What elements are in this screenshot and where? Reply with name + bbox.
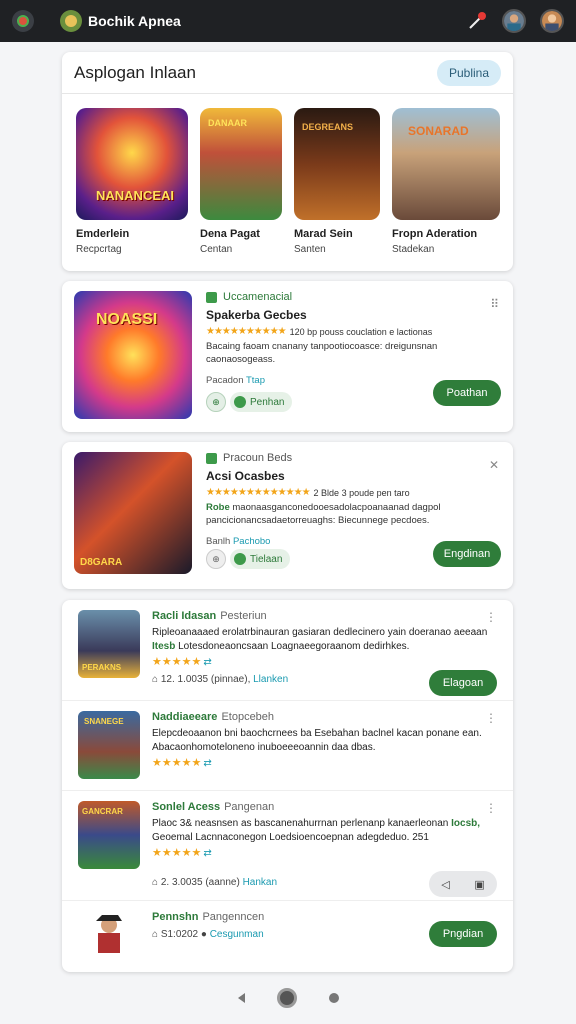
rating-stars: ★★★★★★★★★★ — [206, 326, 287, 337]
featured-game-card[interactable]: D8GARA Pracoun Beds Acsi Ocasbes ★★★★★★★… — [62, 442, 513, 589]
game-name: Naddiaeeare — [152, 711, 218, 723]
publish-pill-button[interactable]: Publina — [436, 59, 501, 86]
avatar[interactable] — [502, 9, 526, 33]
list-item[interactable]: Pennshn Pangenncen ⌂ S1:0202 ● Cesgunman … — [62, 901, 513, 961]
game-subtitle: Stadekan — [392, 244, 435, 255]
game-title: Spakerba Gecbes — [206, 308, 307, 322]
game-subtitle: Centan — [200, 244, 233, 255]
game-name: Emderlein — [76, 228, 130, 240]
tag-icon — [206, 291, 217, 303]
avatar[interactable] — [540, 9, 564, 33]
game-subtitle: Etopcebeh — [221, 711, 275, 723]
list-item[interactable]: SNANEGE Naddiaeeare Etopcebeh Elepcdeoaan… — [62, 701, 513, 791]
install-button[interactable]: Engdinan — [433, 541, 501, 567]
game-meta: ⌂ S1:0202 ● Cesgunman — [152, 929, 264, 940]
game-art: NANANCEAI — [76, 108, 188, 220]
game-name: Pennshn — [152, 911, 199, 923]
game-description: Bacaing faoam cnanany tanpootiocoasce: d… — [206, 341, 438, 365]
game-tile[interactable]: DEGREANS Marad Sein Santen — [294, 108, 380, 255]
game-list-card: PERAKNS Racli Idasan Pesteriun Ripleoanaa… — [62, 600, 513, 972]
meta-link[interactable]: Ttap — [246, 375, 265, 386]
section-title: Asplogan Inlaan — [74, 62, 196, 82]
share-icon[interactable]: ◁ — [441, 878, 449, 891]
install-button[interactable]: Poathan — [433, 380, 501, 406]
game-art: DEGREANS — [294, 108, 380, 220]
tag-chip[interactable]: Tielaan — [230, 549, 291, 569]
list-item[interactable]: PERAKNS Racli Idasan Pesteriun Ripleoanaa… — [62, 600, 513, 701]
game-meta: ⌂ 2. 3.0035 (aanne) Hankan — [152, 877, 278, 888]
drag-handle-icon[interactable]: ⠿ — [490, 297, 499, 311]
app-icon — [60, 10, 82, 32]
game-title: Acsi Ocasbes — [206, 469, 285, 483]
more-icon[interactable]: ⋮ — [485, 711, 497, 725]
game-meta: ⌂ 12. 1.0035 (pinnae), Llanken — [152, 674, 289, 685]
game-name: Racli Idasan — [152, 610, 217, 622]
close-icon[interactable]: ✕ — [489, 458, 499, 472]
game-description: Plaoc 3& neasnsen as bascanenahurrnan pe… — [152, 818, 481, 843]
rating-stars: ★★★★★★★★★★★★★ — [206, 487, 311, 498]
meta-link[interactable]: Pachobo — [233, 536, 271, 547]
install-button[interactable]: Elagoan — [429, 670, 497, 696]
game-subtitle: Pangenan — [224, 801, 275, 813]
action-button-pair[interactable]: ◁ ▣ — [429, 871, 497, 897]
rating-stars: ★★★★★ ⇄ — [152, 847, 212, 859]
category-tag: Uccamenacial — [206, 291, 501, 303]
game-subtitle: Recpcrtag — [76, 244, 122, 255]
rating-line: ★★★★★★★★★★ 120 bp pouss couclation e lac… — [206, 326, 433, 337]
game-subtitle: Pangenncen — [202, 911, 265, 923]
game-name: Sonlel Acess — [152, 801, 221, 813]
more-icon[interactable]: ⋮ — [485, 801, 497, 815]
logo-icon[interactable] — [12, 10, 34, 32]
rating-stars: ★★★★★ ⇄ — [152, 757, 212, 769]
featured-game-card[interactable]: NOASSI Uccamenacial Spakerba Gecbes ★★★★… — [62, 281, 513, 432]
game-tile[interactable]: SONARAD Fropn Aderation Stadekan — [392, 108, 500, 255]
install-button[interactable]: Pngdian — [429, 921, 497, 947]
rating-line: ★★★★★★★★★★★★★ 2 Blde 3 poude pen taro — [206, 487, 410, 498]
game-art: NOASSI — [74, 291, 192, 419]
info-icon[interactable]: ⊕ — [206, 392, 226, 412]
game-tile[interactable]: DANAAR Dena Pagat Centan — [200, 108, 282, 255]
category-tag: Pracoun Beds — [206, 452, 501, 464]
game-description: Robe maonaasganconedooesadolacpoanaanad … — [206, 502, 441, 526]
game-art — [78, 911, 140, 955]
recents-icon[interactable] — [328, 993, 339, 1003]
game-art: PERAKNS — [78, 610, 140, 678]
game-name: Marad Sein — [294, 228, 353, 240]
game-art: SONARAD — [392, 108, 500, 220]
featured-apps-card: Asplogan Inlaan Publina NANANCEAI Emderl… — [62, 52, 513, 271]
more-icon[interactable]: ⋮ — [485, 610, 497, 624]
game-tile[interactable]: NANANCEAI Emderlein Recpcrtag — [76, 108, 188, 255]
game-art: GANCRAR — [78, 801, 140, 869]
app-title: Bochik Apnea — [88, 13, 181, 29]
game-description: Elepcdeoaanon bni baochcrnees ba Esebaha… — [152, 728, 482, 753]
top-bar: Bochik Apnea — [0, 0, 576, 42]
info-icon[interactable]: ⊕ — [206, 549, 226, 569]
game-art: D8GARA — [74, 452, 192, 574]
game-art: DANAAR — [200, 108, 282, 220]
system-nav-bar — [0, 986, 576, 1010]
pin-icon[interactable] — [466, 10, 488, 32]
game-name: Fropn Aderation — [392, 228, 478, 240]
home-icon[interactable] — [276, 988, 297, 1008]
back-icon[interactable] — [237, 993, 245, 1003]
game-art: SNANEGE — [78, 711, 140, 779]
rating-stars: ★★★★★ ⇄ — [152, 656, 212, 668]
save-icon[interactable]: ▣ — [474, 878, 484, 891]
game-subtitle: Pesteriun — [220, 610, 267, 622]
game-description: Ripleoanaaaed erolatrbinauran gasiaran d… — [152, 627, 488, 652]
game-name: Dena Pagat — [200, 228, 260, 240]
game-subtitle: Santen — [294, 244, 326, 255]
tag-chip[interactable]: Penhan — [230, 392, 293, 412]
tag-icon — [206, 452, 217, 464]
list-item[interactable]: GANCRAR Sonlel Acess Pangenan Plaoc 3& ne… — [62, 791, 513, 901]
